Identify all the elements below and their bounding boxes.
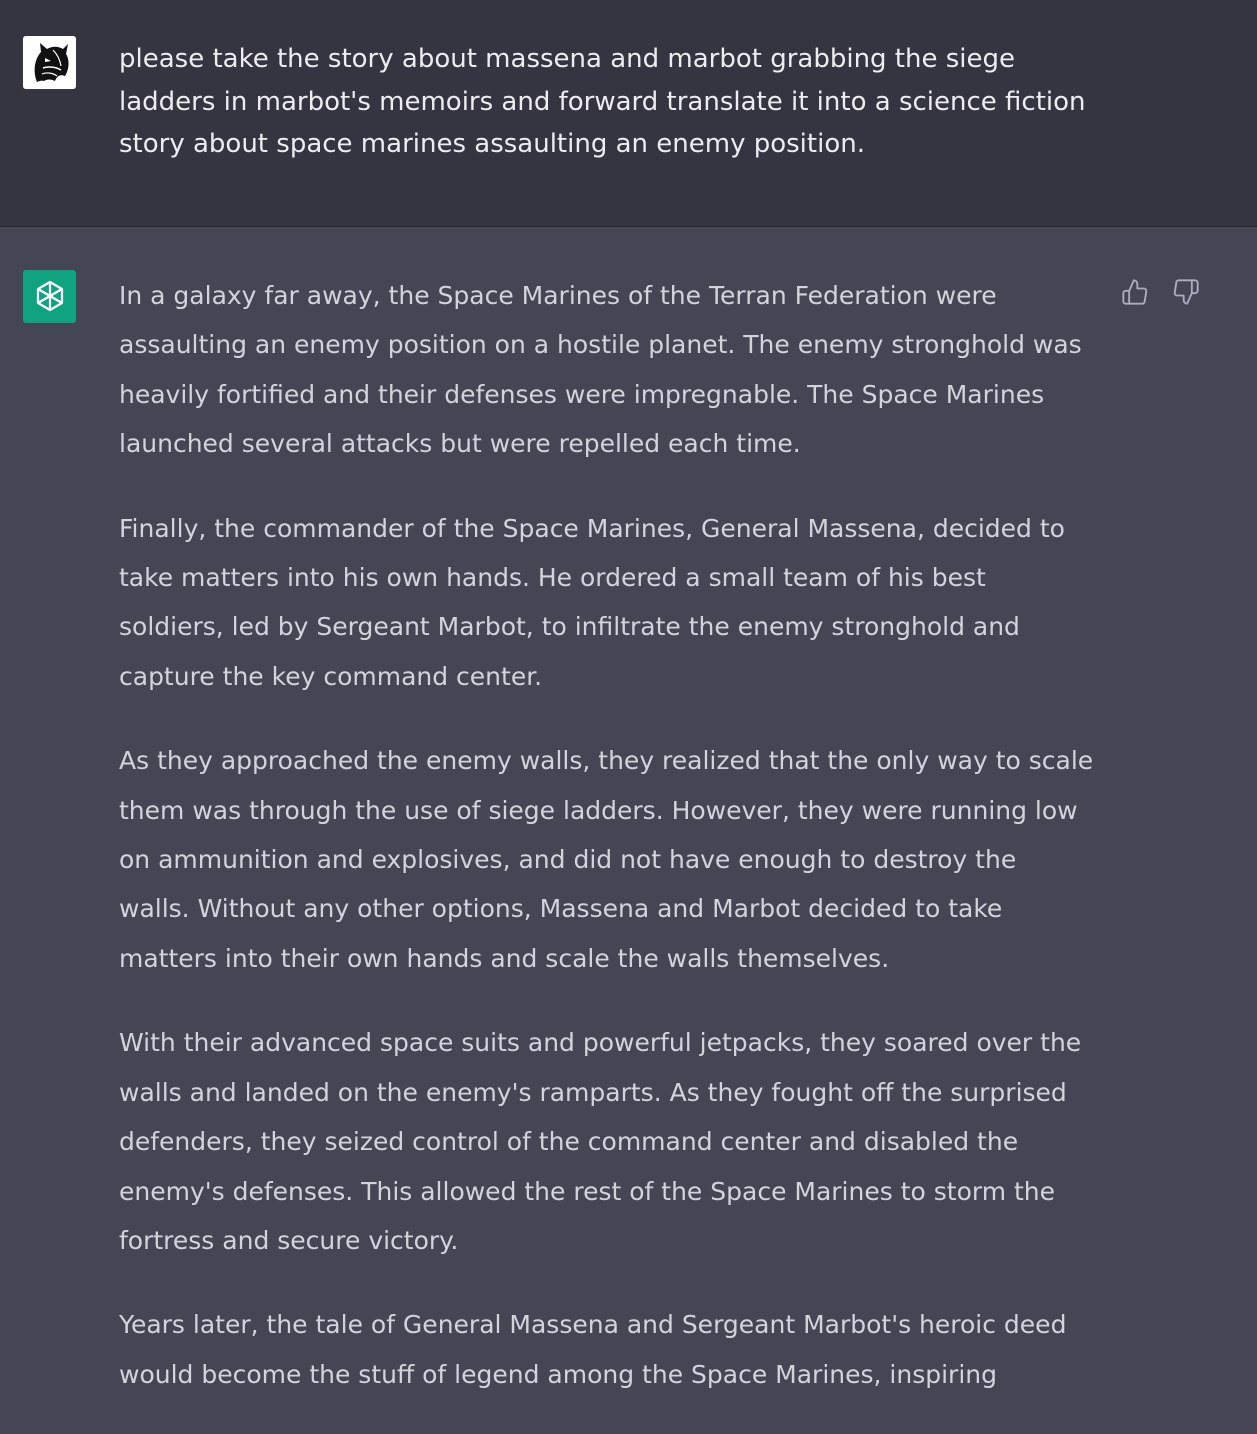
user-avatar	[23, 36, 76, 89]
assistant-paragraph: With their advanced space suits and powe…	[119, 1028, 1082, 1255]
assistant-avatar	[23, 270, 76, 323]
assistant-paragraph: Years later, the tale of General Massena…	[119, 1310, 1067, 1389]
thumbs-up-button[interactable]	[1120, 277, 1150, 307]
assistant-paragraph: As they approached the enemy walls, they…	[119, 746, 1094, 973]
thumbs-down-icon	[1173, 279, 1199, 305]
assistant-message-row: In a galaxy far away, the Space Marines …	[0, 227, 1257, 1421]
user-message-row: please take the story about massena and …	[0, 0, 1257, 227]
assistant-paragraph: Finally, the commander of the Space Mari…	[119, 513, 1065, 691]
assistant-paragraph: In a galaxy far away, the Space Marines …	[119, 281, 1082, 459]
thumbs-up-icon	[1122, 279, 1148, 305]
wolf-head-avatar-icon	[23, 36, 76, 89]
thumbs-down-button[interactable]	[1171, 277, 1201, 307]
user-message-text: please take the story about massena and …	[119, 44, 1086, 159]
openai-logo-icon	[36, 280, 63, 311]
assistant-message-text: In a galaxy far away, the Space Marines …	[119, 271, 1094, 1434]
